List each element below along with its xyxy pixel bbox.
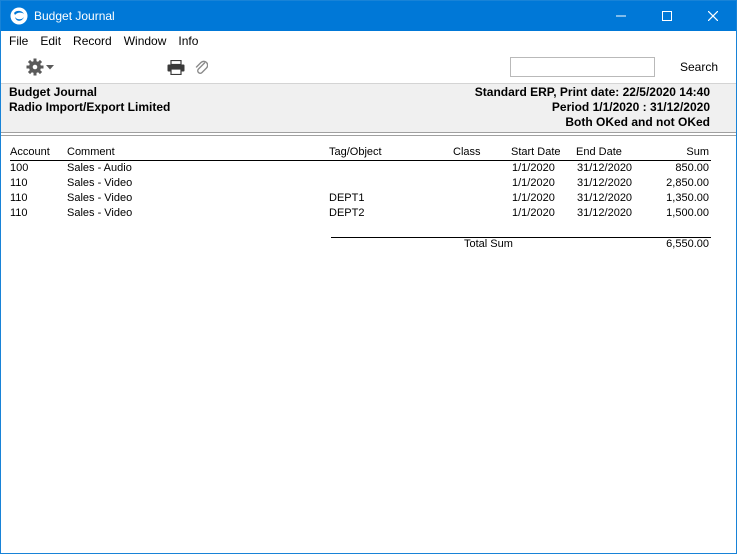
title-bar[interactable]: Budget Journal <box>1 1 736 31</box>
divider <box>1 135 736 136</box>
close-button[interactable] <box>690 1 736 31</box>
close-icon <box>708 11 718 21</box>
total-sum-value: 6,550.00 <box>666 238 709 250</box>
column-header-sum: Sum <box>686 146 709 158</box>
tag-object-cell: DEPT1 <box>329 192 365 204</box>
minimize-button[interactable] <box>598 1 644 31</box>
menu-info[interactable]: Info <box>172 34 204 48</box>
header-rule <box>10 160 711 161</box>
column-header-start-date: Start Date <box>511 146 561 158</box>
tag-object-cell: DEPT2 <box>329 207 365 219</box>
start-date-cell: 1/1/2020 <box>512 162 555 174</box>
column-header-end-date: End Date <box>576 146 622 158</box>
printer-icon[interactable] <box>167 60 185 75</box>
end-date-cell: 31/12/2020 <box>577 192 633 204</box>
comment-cell: Sales - Video <box>67 192 133 204</box>
window-title: Budget Journal <box>34 9 115 23</box>
end-date-cell: 31/12/2020 <box>577 177 633 189</box>
divider <box>1 132 736 133</box>
sum-cell: 1,350.00 <box>666 192 709 204</box>
minimize-icon <box>616 15 626 17</box>
start-date-cell: 1/1/2020 <box>512 207 555 219</box>
search-button[interactable]: Search <box>680 60 718 74</box>
gear-icon <box>26 58 44 76</box>
end-date-cell: 31/12/2020 <box>577 207 633 219</box>
sum-cell: 2,850.00 <box>666 177 709 189</box>
sum-cell: 1,500.00 <box>666 207 709 219</box>
toolbar: Search <box>1 51 736 83</box>
menu-record[interactable]: Record <box>67 34 118 48</box>
start-date-cell: 1/1/2020 <box>512 192 555 204</box>
column-header-account: Account <box>10 146 50 158</box>
comment-cell: Sales - Audio <box>67 162 132 174</box>
end-date-cell: 31/12/2020 <box>577 162 633 174</box>
account-cell: 110 <box>10 207 28 219</box>
menu-window[interactable]: Window <box>118 34 173 48</box>
print-info: Standard ERP, Print date: 22/5/2020 14:4… <box>474 85 710 99</box>
account-cell: 110 <box>10 177 28 189</box>
maximize-icon <box>662 11 672 21</box>
column-header-tag-object: Tag/Object <box>329 146 382 158</box>
comment-cell: Sales - Video <box>67 207 133 219</box>
total-sum-label: Total Sum <box>464 238 513 250</box>
search-input[interactable] <box>510 57 655 77</box>
total-rule <box>331 237 711 238</box>
comment-cell: Sales - Video <box>67 177 133 189</box>
column-header-comment: Comment <box>67 146 115 158</box>
operations-menu-button[interactable] <box>26 58 54 76</box>
chevron-down-icon <box>46 64 54 69</box>
report-title: Budget Journal <box>9 85 98 99</box>
menu-bar: File Edit Record Window Info <box>1 31 736 51</box>
menu-edit[interactable]: Edit <box>34 34 67 48</box>
sum-cell: 850.00 <box>675 162 709 174</box>
menu-file[interactable]: File <box>3 34 34 48</box>
column-header-class: Class <box>453 146 481 158</box>
period-info: Period 1/1/2020 : 31/12/2020 <box>551 100 710 114</box>
company-name: Radio Import/Export Limited <box>9 100 171 114</box>
start-date-cell: 1/1/2020 <box>512 177 555 189</box>
status-filter: Both OKed and not OKed <box>565 115 710 129</box>
account-cell: 110 <box>10 192 28 204</box>
account-cell: 100 <box>10 162 29 174</box>
maximize-button[interactable] <box>644 1 690 31</box>
paperclip-icon[interactable] <box>194 58 208 76</box>
budget-journal-window: Budget Journal File Edit Record Window I… <box>0 0 737 554</box>
report-header: Budget Journal Radio Import/Export Limit… <box>1 83 736 133</box>
app-icon <box>10 7 28 25</box>
